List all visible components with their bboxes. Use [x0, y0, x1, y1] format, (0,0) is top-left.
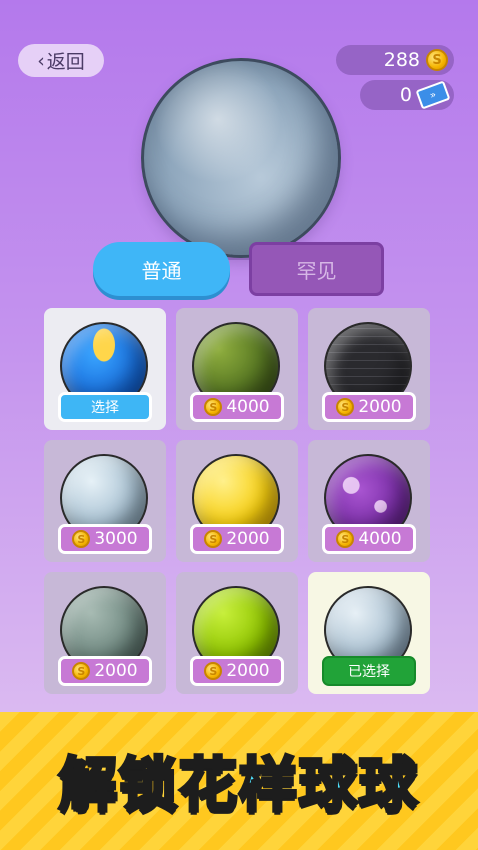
back-button[interactable]: ‹ 返回 [18, 44, 104, 77]
price-value: 2000 [226, 529, 270, 549]
ball-card-8[interactable]: S 2000 [176, 572, 298, 694]
coin-icon: S [204, 398, 223, 416]
ticket-icon: » [415, 80, 451, 110]
promo-banner-text: 解锁花样球球 [57, 749, 419, 821]
selected-ball-preview [141, 58, 341, 258]
ball-grid: 选择 S 4000 S 2000 S 3000 S 2000 S 4000 S … [44, 308, 430, 694]
ball-card-3[interactable]: S 2000 [308, 308, 430, 430]
coin-icon: S [72, 662, 91, 680]
price-tag[interactable]: S 2000 [190, 524, 284, 554]
price-tag[interactable]: S 2000 [58, 656, 152, 686]
ball-card-2[interactable]: S 4000 [176, 308, 298, 430]
coin-count: 288 [383, 49, 420, 71]
price-tag[interactable]: S 2000 [190, 656, 284, 686]
coin-icon: S [336, 398, 355, 416]
coin-balance: 288 S [336, 45, 454, 75]
price-value: 3000 [94, 529, 138, 549]
price-value: 2000 [226, 661, 270, 681]
tab-normal[interactable]: 普通 [93, 242, 230, 296]
price-tag[interactable]: S 4000 [190, 392, 284, 422]
ball-card-6[interactable]: S 4000 [308, 440, 430, 562]
ball-card-1[interactable]: 选择 [44, 308, 166, 430]
tab-rare[interactable]: 罕见 [249, 242, 384, 296]
coin-icon: S [72, 530, 91, 548]
select-button[interactable]: 选择 [58, 392, 152, 422]
price-value: 2000 [94, 661, 138, 681]
ball-card-9[interactable]: 已选择 [308, 572, 430, 694]
price-tag[interactable]: S 4000 [322, 524, 416, 554]
ticket-count: 0 [399, 84, 412, 106]
chevron-left-icon: ‹ [37, 49, 45, 72]
ball-card-7[interactable]: S 2000 [44, 572, 166, 694]
price-tag[interactable]: S 2000 [322, 392, 416, 422]
coin-icon: S [204, 662, 223, 680]
price-value: 4000 [358, 529, 402, 549]
ball-card-4[interactable]: S 3000 [44, 440, 166, 562]
price-tag[interactable]: S 3000 [58, 524, 152, 554]
price-value: 4000 [226, 397, 270, 417]
coin-icon: S [336, 530, 355, 548]
selected-button[interactable]: 已选择 [322, 656, 416, 686]
ticket-balance: 0 » [360, 80, 454, 110]
price-value: 2000 [358, 397, 402, 417]
ball-card-5[interactable]: S 2000 [176, 440, 298, 562]
coin-icon: S [426, 49, 448, 71]
back-label: 返回 [46, 51, 85, 73]
coin-icon: S [204, 530, 223, 548]
